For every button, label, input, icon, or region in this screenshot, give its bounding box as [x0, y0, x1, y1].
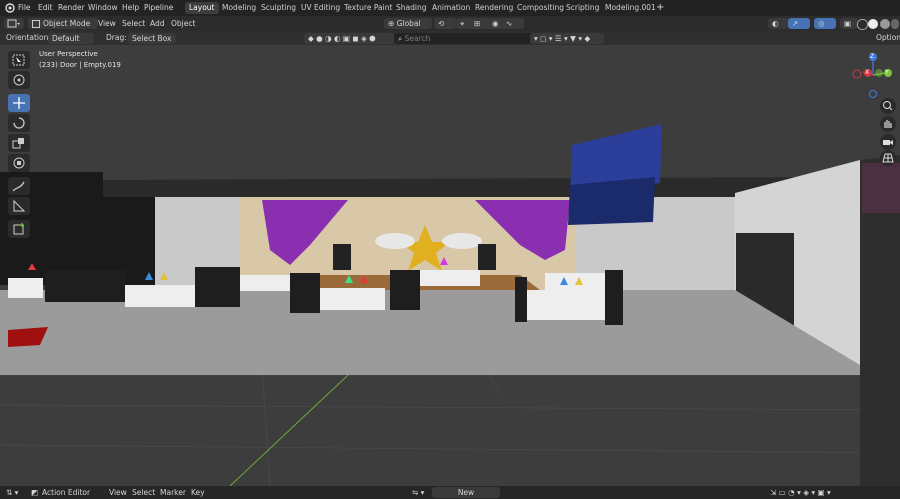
- action-editor-header: ⇅ ▾ ◩ Action Editor View Select Marker K…: [0, 486, 900, 499]
- top-bar: File Edit Render Window Help Pipeline La…: [0, 0, 900, 16]
- shading-solid-icon[interactable]: [868, 19, 878, 29]
- object-mode-icon: [32, 20, 40, 28]
- gizmo-toggle-button[interactable]: ↗: [788, 18, 810, 29]
- drag-value: Select Box: [132, 34, 172, 43]
- blender-logo-icon[interactable]: [4, 0, 16, 16]
- add-cube-tool[interactable]: [8, 220, 30, 238]
- shading-rendered-icon[interactable]: [891, 19, 899, 29]
- filter-icons: ◆ ● ◑ ◐ ▣ ◼ ◈ ⬢: [308, 34, 376, 43]
- tab-animation[interactable]: Animation: [428, 2, 474, 14]
- menu-render[interactable]: Render: [58, 0, 85, 16]
- object-mode-dropdown[interactable]: Object Mode: [28, 18, 98, 29]
- navigation-gizmo[interactable]: Z Y X: [848, 50, 898, 100]
- options-button[interactable]: Options: [876, 31, 900, 45]
- menu-select[interactable]: Select: [122, 16, 145, 31]
- object-mode-label: Object Mode: [43, 19, 91, 28]
- menu-add[interactable]: Add: [150, 16, 165, 31]
- pivot-point-button[interactable]: ⟲: [434, 18, 456, 29]
- shading-material-icon[interactable]: [880, 19, 890, 29]
- rotate-tool[interactable]: [8, 114, 30, 132]
- new-action-label: New: [457, 488, 475, 497]
- action-editor-icon: ◩: [31, 488, 39, 497]
- bottom-menu-view[interactable]: View: [109, 486, 127, 499]
- orientation-label: Global: [396, 19, 421, 28]
- tab-modeling-001[interactable]: Modeling.001: [601, 2, 660, 14]
- editor-type-icon[interactable]: ⇅ ▾: [6, 486, 18, 499]
- menu-help[interactable]: Help: [122, 0, 139, 16]
- tab-scripting[interactable]: Scripting: [562, 2, 603, 14]
- transform-orientation-dropdown[interactable]: ⊕ Global: [384, 18, 432, 29]
- tab-sculpting[interactable]: Sculpting: [257, 2, 300, 14]
- editor-type-button[interactable]: [4, 18, 24, 29]
- viewport-header: Object Mode View Select Add Object ⊕ Glo…: [0, 16, 900, 31]
- 3d-viewport[interactable]: User Perspective (233) Door | Empty.019: [0, 45, 900, 486]
- menu-window[interactable]: Window: [88, 0, 118, 16]
- orientation-value: Default: [52, 34, 80, 43]
- annotate-tool[interactable]: [8, 177, 30, 195]
- bottom-right-icons[interactable]: ⇲ ▭ ◔ ▾ ◈ ▾ ▣ ▾: [770, 486, 831, 499]
- tab-compositing[interactable]: Compositing: [513, 2, 568, 14]
- tab-shading[interactable]: Shading: [392, 2, 430, 14]
- bottom-menu-marker[interactable]: Marker: [160, 486, 186, 499]
- action-editor-mode[interactable]: Action Editor: [42, 486, 90, 499]
- tab-modeling[interactable]: Modeling: [218, 2, 260, 14]
- tab-rendering[interactable]: Rendering: [471, 2, 517, 14]
- tool-settings-bar: Orientation: Default Drag: Select Box ◆ …: [0, 31, 900, 45]
- viewport-perspective-label: User Perspective: [39, 50, 98, 58]
- falloff-button[interactable]: ∿: [502, 18, 524, 29]
- menu-pipeline[interactable]: Pipeline: [144, 0, 173, 16]
- scene-render: [0, 45, 900, 486]
- move-tool[interactable]: [8, 94, 30, 112]
- new-action-button[interactable]: New: [432, 487, 500, 498]
- pan-hand-icon[interactable]: [880, 116, 896, 132]
- orientation-label: Orientation:: [6, 33, 51, 42]
- drag-dropdown[interactable]: Select Box: [128, 33, 176, 44]
- global-icon: ⊕: [388, 19, 395, 28]
- search-placeholder: Search: [404, 34, 431, 43]
- action-browse-icon[interactable]: ⇋ ▾: [412, 486, 424, 499]
- tab-texture-paint[interactable]: Texture Paint: [340, 2, 396, 14]
- overlay-toggle-button[interactable]: ◎: [814, 18, 836, 29]
- search-field[interactable]: ⌕ Search: [394, 33, 534, 44]
- zoom-icon[interactable]: [880, 98, 896, 114]
- bottom-menu-key[interactable]: Key: [191, 486, 205, 499]
- filter-funnel-icon: ▾ ◻ ▾ ☰ ▾ ▼ ▾ ◆: [534, 34, 591, 43]
- view-layer-filter-button[interactable]: ◆ ● ◑ ◐ ▣ ◼ ◈ ⬢: [304, 33, 396, 44]
- menu-edit[interactable]: Edit: [38, 0, 53, 16]
- shading-wireframe-icon[interactable]: [857, 19, 868, 30]
- menu-object[interactable]: Object: [171, 16, 195, 31]
- menu-view[interactable]: View: [98, 16, 116, 31]
- search-icon: ⌕: [398, 34, 403, 43]
- tab-layout[interactable]: Layout: [185, 2, 219, 14]
- visibility-button[interactable]: ◐: [768, 18, 788, 29]
- gizmo-x-label: X: [865, 69, 870, 76]
- tab-uv-editing[interactable]: UV Editing: [297, 2, 344, 14]
- measure-tool[interactable]: [8, 197, 30, 215]
- filter-funnel-button[interactable]: ▾ ◻ ▾ ☰ ▾ ▼ ▾ ◆: [530, 33, 604, 44]
- orientation-dropdown[interactable]: Default: [48, 33, 94, 44]
- menu-file[interactable]: File: [18, 0, 31, 16]
- add-workspace-button[interactable]: +: [656, 0, 664, 16]
- bottom-menu-select[interactable]: Select: [132, 486, 155, 499]
- transform-tool[interactable]: [8, 154, 30, 172]
- xray-toggle-button[interactable]: ▣: [840, 18, 858, 29]
- cursor-tool[interactable]: [8, 71, 30, 89]
- drag-label: Drag:: [106, 33, 127, 42]
- gizmo-y-label: Y: [885, 69, 889, 76]
- scale-tool[interactable]: [8, 134, 30, 152]
- perspective-grid-icon[interactable]: [880, 150, 896, 166]
- gizmo-z-label: Z: [870, 53, 875, 60]
- select-box-tool[interactable]: [8, 51, 30, 69]
- viewport-object-info: (233) Door | Empty.019: [39, 61, 121, 69]
- camera-view-icon[interactable]: [880, 134, 896, 150]
